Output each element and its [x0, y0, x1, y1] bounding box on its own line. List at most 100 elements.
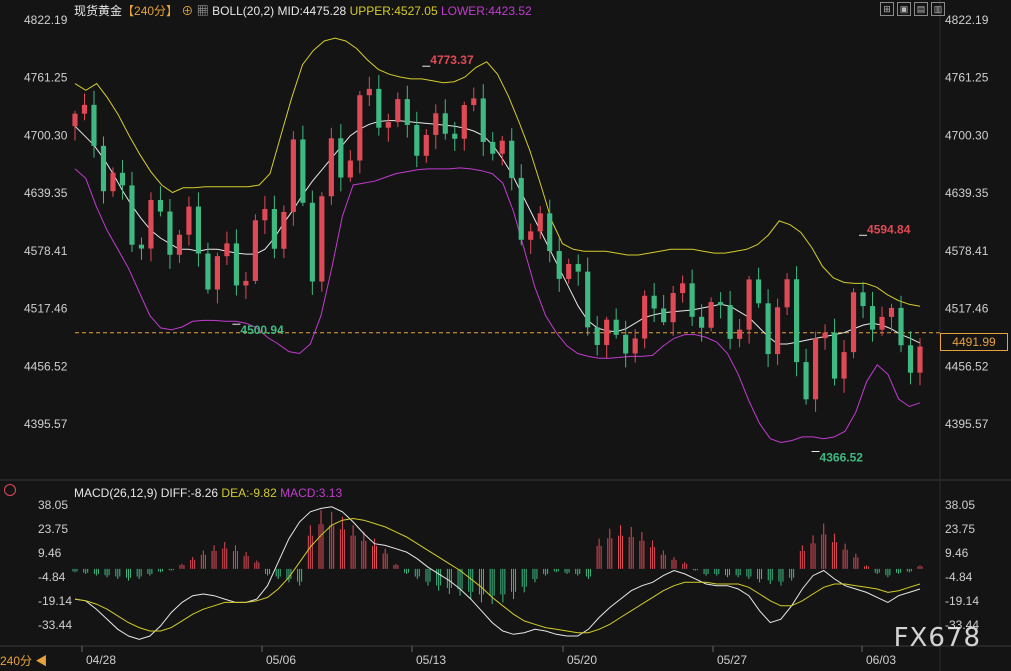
- mid-label: MID:4475.28: [277, 4, 347, 18]
- candle-body: [395, 99, 401, 123]
- candle-body: [300, 139, 306, 203]
- candle-body: [718, 302, 724, 306]
- candle-body: [642, 295, 648, 339]
- candle-body: [347, 160, 353, 178]
- diff-label: DIFF:-8.26: [160, 486, 219, 500]
- macd-tick-label-left: 38.05: [38, 498, 68, 512]
- candle-body: [110, 172, 116, 192]
- candle-body: [727, 305, 733, 339]
- candle-body: [176, 234, 183, 255]
- candle-body: [376, 88, 382, 128]
- macd-tick-label-right: -4.84: [945, 570, 973, 584]
- candle-body: [480, 98, 486, 142]
- date-tick-label: 05/27: [717, 653, 747, 667]
- candle-body: [651, 295, 657, 309]
- macd-tick-label-left: -4.84: [38, 570, 66, 584]
- chart-canvas[interactable]: 4773.37 4500.94 4594.84 4366.52 4822.19 4822…: [0, 0, 1011, 671]
- candle-body: [765, 303, 771, 355]
- y-tick-label-right: 4822.19: [945, 13, 989, 27]
- candle-body: [793, 279, 800, 363]
- macd-tick-label-right: 9.46: [945, 546, 969, 560]
- toolbar-button[interactable]: ▥: [931, 2, 945, 16]
- candle-body: [72, 113, 78, 127]
- candle-body: [471, 98, 477, 106]
- y-tick-label-left: 4578.41: [24, 244, 68, 258]
- candle-body: [566, 263, 572, 279]
- symbol-label[interactable]: 现货黄金: [74, 4, 122, 18]
- annotation-label: 4594.84: [867, 222, 911, 236]
- candle-body: [898, 307, 904, 346]
- toolbar-button[interactable]: ⊞: [880, 2, 894, 16]
- candle-body: [822, 332, 828, 339]
- candle-body: [613, 319, 619, 335]
- macd-tick-label-left: -33.44: [38, 618, 72, 632]
- toolbar-button[interactable]: ▣: [897, 2, 911, 16]
- candle-body: [233, 243, 239, 286]
- candle-body: [547, 213, 553, 252]
- chevron-left-icon[interactable]: ◀: [35, 654, 47, 668]
- macd-tick-label-left: 9.46: [38, 546, 62, 560]
- candle-body: [841, 352, 847, 379]
- candle-body: [423, 134, 429, 156]
- candle-body: [528, 231, 534, 240]
- settings-icon[interactable]: ⊕: [181, 4, 193, 18]
- y-tick-label-left: 4639.35: [24, 186, 68, 200]
- candle-body: [680, 283, 686, 294]
- upper-label: UPPER:4527.05: [349, 4, 438, 18]
- candle-body: [746, 279, 752, 330]
- date-tick-label: 05/06: [266, 653, 296, 667]
- candle-body: [148, 199, 154, 249]
- y-tick-label-left: 4700.30: [24, 128, 68, 142]
- boll-label: BOLL(20,2): [212, 4, 275, 18]
- candle-body: [461, 105, 467, 139]
- candle-body: [262, 209, 268, 221]
- candle-body: [699, 316, 705, 328]
- candle-body: [119, 172, 126, 186]
- candle-body: [290, 139, 296, 212]
- period-ticker-label: 240分: [0, 654, 33, 668]
- candle-body: [831, 332, 838, 379]
- y-tick-label-left: 4517.46: [24, 302, 68, 316]
- period-ticker[interactable]: 240分 ◀: [0, 652, 47, 669]
- candle-body: [91, 104, 97, 146]
- date-axis: 04/28 05/06 05/13 05/20 05/27 06/03: [0, 645, 1011, 667]
- date-tick-label: 05/20: [567, 653, 597, 667]
- macd-tick-label-right: 38.05: [945, 498, 975, 512]
- candle-body: [271, 209, 277, 249]
- candle-body: [775, 307, 781, 355]
- candle-body: [803, 362, 809, 400]
- candle-body: [205, 253, 211, 290]
- macd-value-label: MACD:3.13: [280, 486, 343, 500]
- candle-body: [604, 319, 610, 345]
- candle-body: [917, 346, 923, 373]
- y-tick-label-right: 4700.30: [945, 128, 989, 142]
- candle-body: [518, 177, 524, 240]
- y-tick-label-left: 4761.25: [24, 71, 68, 85]
- candle-body: [879, 316, 885, 330]
- macd-tick-label-right: -19.14: [945, 594, 979, 608]
- period-label[interactable]: 【240分】: [122, 4, 178, 18]
- y-tick-label-right: 4578.41: [945, 244, 989, 258]
- candle-body: [243, 280, 249, 286]
- candle-body: [414, 124, 420, 156]
- candle-body: [632, 338, 638, 354]
- toolbar-button[interactable]: ▤: [914, 2, 928, 16]
- candle-body: [575, 263, 581, 272]
- candle-body: [385, 122, 391, 128]
- macd-tick-label-left: 23.75: [38, 522, 68, 536]
- price-annotations: 4773.37 4500.94 4594.84 4366.52: [232, 53, 911, 465]
- boll-icon: ▦: [196, 4, 209, 18]
- candle-body: [433, 113, 439, 135]
- candle-body: [708, 302, 714, 328]
- annotation-label: 4366.52: [820, 451, 864, 465]
- y-tick-label-left: 4456.52: [24, 359, 68, 373]
- candle-body: [452, 133, 458, 139]
- candle-body: [357, 95, 363, 161]
- candle-body: [81, 104, 88, 114]
- candle-body: [537, 213, 543, 232]
- candle-body: [100, 145, 107, 192]
- candle-body: [167, 211, 173, 255]
- candle-body: [784, 279, 790, 308]
- record-icon[interactable]: [4, 484, 16, 496]
- candle-body: [404, 99, 410, 125]
